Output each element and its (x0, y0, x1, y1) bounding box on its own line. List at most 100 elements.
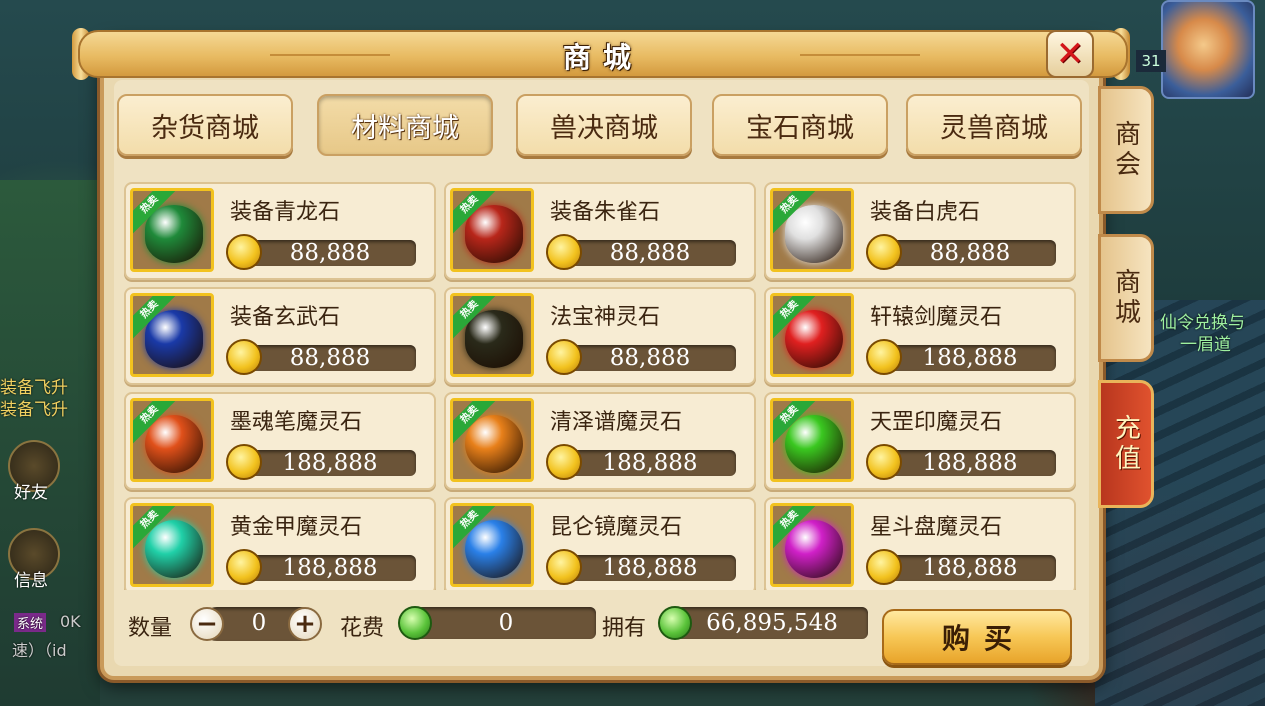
quantity-value[interactable]: 0 (235, 610, 283, 636)
gold-coin-icon (866, 549, 902, 585)
gem-icon (145, 205, 203, 263)
item-thumbnail: 热卖 (770, 398, 854, 482)
item-price: 188,888 (884, 345, 1056, 371)
item-name: 装备朱雀石 (550, 200, 661, 225)
owned-label: 拥有 (602, 616, 647, 641)
item-card[interactable]: 热卖 装备白虎石 88,888 (764, 182, 1076, 280)
item-name: 清泽谱魔灵石 (550, 410, 683, 435)
item-name: 墨魂笔魔灵石 (230, 410, 363, 435)
item-name: 装备玄武石 (230, 305, 341, 330)
item-card[interactable]: 热卖 装备玄武石 88,888 (124, 287, 436, 385)
item-card[interactable]: 热卖 天罡印魔灵石 188,888 (764, 392, 1076, 490)
item-name: 法宝神灵石 (550, 305, 661, 330)
gold-coin-icon (226, 549, 262, 585)
close-icon: ✕ (1055, 34, 1085, 74)
gem-icon (465, 520, 523, 578)
item-price: 188,888 (884, 450, 1056, 476)
item-card[interactable]: 热卖 星斗盘魔灵石 188,888 (764, 497, 1076, 590)
chat-ok: 0K (60, 612, 81, 631)
item-price: 188,888 (564, 450, 736, 476)
minus-icon: − (196, 609, 218, 639)
page-title: 商城 (562, 41, 643, 74)
gem-icon (465, 415, 523, 473)
cost-value: 0 (416, 607, 596, 639)
item-name: 星斗盘魔灵石 (870, 515, 1003, 540)
item-thumbnail: 热卖 (770, 503, 854, 587)
item-card[interactable]: 热卖 轩辕剑魔灵石 188,888 (764, 287, 1076, 385)
item-name: 装备青龙石 (230, 200, 341, 225)
item-price: 88,888 (884, 240, 1056, 266)
item-thumbnail: 热卖 (130, 503, 214, 587)
gem-icon (145, 310, 203, 368)
side-tab-shop[interactable]: 商城 (1098, 234, 1154, 362)
item-thumbnail: 热卖 (130, 293, 214, 377)
item-price: 88,888 (564, 345, 736, 371)
close-button[interactable]: ✕ (1046, 30, 1094, 78)
item-grid: 热卖 装备青龙石 88,888 热卖 装备朱雀石 88,888 热卖 装备白虎石 88,888 热… (122, 180, 1078, 590)
item-thumbnail: 热卖 (130, 188, 214, 272)
side-tab-guild-shop[interactable]: 商会 (1098, 86, 1154, 214)
jade-currency-icon (398, 606, 432, 640)
item-card[interactable]: 热卖 黄金甲魔灵石 188,888 (124, 497, 436, 590)
side-tab-recharge[interactable]: 充值 (1098, 380, 1154, 508)
item-name: 装备白虎石 (870, 200, 981, 225)
chat-line: 速）（id (12, 641, 67, 660)
gem-icon (785, 415, 843, 473)
item-thumbnail: 热卖 (450, 293, 534, 377)
gold-coin-icon (226, 444, 262, 480)
tab-general-store[interactable]: 杂货商城 (117, 94, 293, 156)
item-price: 188,888 (244, 555, 416, 581)
tab-material-store[interactable]: 材料商城 (317, 94, 493, 156)
item-card[interactable]: 热卖 装备朱雀石 88,888 (444, 182, 756, 280)
hud-right-label-2: 一眉道 (1180, 335, 1231, 355)
gold-coin-icon (866, 234, 902, 270)
item-name: 天罡印魔灵石 (870, 410, 1003, 435)
quantity-label: 数量 (128, 616, 173, 641)
gold-coin-icon (866, 339, 902, 375)
item-price: 188,888 (244, 450, 416, 476)
gem-icon (465, 205, 523, 263)
item-price: 88,888 (244, 240, 416, 266)
item-name: 昆仑镜魔灵石 (550, 515, 683, 540)
chat-tag: 系统 (14, 613, 47, 632)
gold-coin-icon (226, 339, 262, 375)
item-thumbnail: 热卖 (770, 188, 854, 272)
item-price: 188,888 (884, 555, 1056, 581)
item-thumbnail: 热卖 (450, 188, 534, 272)
item-price: 88,888 (564, 240, 736, 266)
item-thumbnail: 热卖 (130, 398, 214, 482)
player-avatar[interactable] (1161, 0, 1255, 99)
item-card[interactable]: 热卖 装备青龙石 88,888 (124, 182, 436, 280)
item-price: 88,888 (244, 345, 416, 371)
cost-label: 花费 (340, 616, 385, 641)
gold-coin-icon (866, 444, 902, 480)
gem-icon (785, 520, 843, 578)
item-thumbnail: 热卖 (450, 398, 534, 482)
tab-spirit-beast-store[interactable]: 灵兽商城 (906, 94, 1082, 156)
gem-icon (465, 310, 523, 368)
gem-icon (145, 520, 203, 578)
gold-coin-icon (546, 339, 582, 375)
item-card[interactable]: 热卖 清泽谱魔灵石 188,888 (444, 392, 756, 490)
plus-icon: + (294, 609, 316, 639)
item-card[interactable]: 热卖 墨魂笔魔灵石 188,888 (124, 392, 436, 490)
gold-coin-icon (546, 234, 582, 270)
item-name: 黄金甲魔灵石 (230, 515, 363, 540)
item-thumbnail: 热卖 (450, 503, 534, 587)
gem-icon (145, 415, 203, 473)
hud-left-label-2: 装备飞升 (0, 400, 68, 420)
item-card[interactable]: 热卖 法宝神灵石 88,888 (444, 287, 756, 385)
quantity-decrease-button[interactable]: − (190, 607, 224, 641)
tab-gem-store[interactable]: 宝石商城 (712, 94, 888, 156)
friends-label: 好友 (14, 483, 48, 503)
quantity-increase-button[interactable]: + (288, 607, 322, 641)
title-bar: 商城 (78, 30, 1128, 78)
gem-icon (785, 310, 843, 368)
player-level: 31 (1136, 50, 1166, 72)
tab-beast-skill-store[interactable]: 兽决商城 (516, 94, 692, 156)
gold-coin-icon (226, 234, 262, 270)
jade-currency-icon (658, 606, 692, 640)
buy-button[interactable]: 购买 (882, 609, 1072, 665)
item-card[interactable]: 热卖 昆仑镜魔灵石 188,888 (444, 497, 756, 590)
item-name: 轩辕剑魔灵石 (870, 305, 1003, 330)
